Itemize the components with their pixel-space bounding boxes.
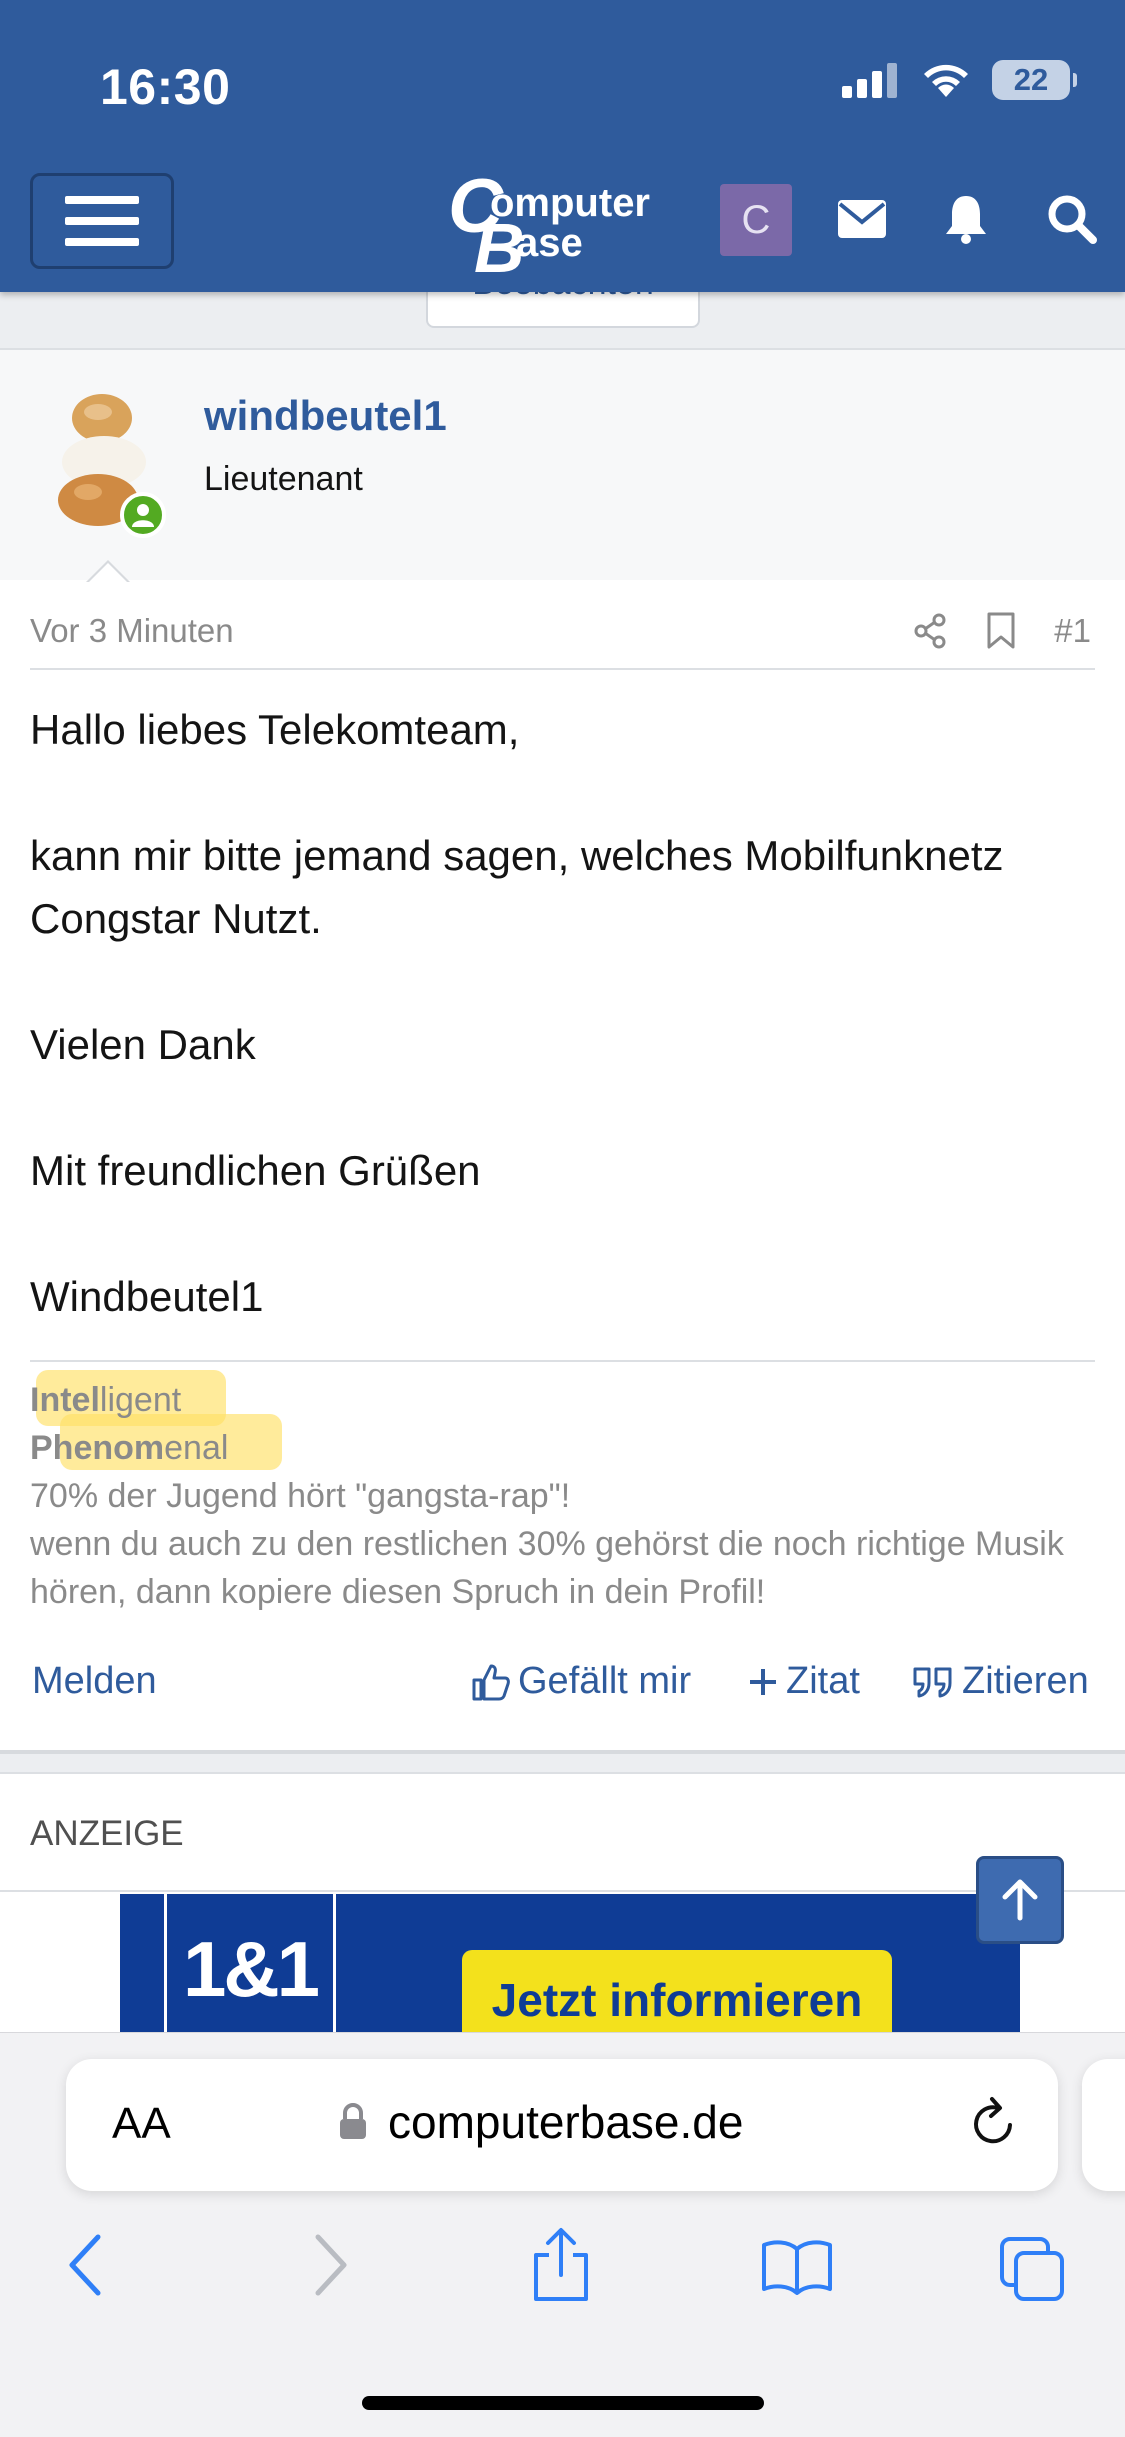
arrow-up-icon xyxy=(1002,1879,1038,1921)
signature-divider xyxy=(30,1360,1095,1362)
battery-icon: 22 xyxy=(992,60,1077,100)
bell-icon[interactable] xyxy=(944,194,988,244)
post-paragraph: Mit freundlichen Grüßen xyxy=(30,1147,481,1194)
ad-divider xyxy=(0,1890,1125,1892)
online-status-badge xyxy=(120,492,166,538)
user-online-icon xyxy=(132,504,154,527)
site-header: 16:30 22 C omputer B ase C xyxy=(0,0,1125,292)
report-label: Melden xyxy=(32,1660,157,1702)
tabs-icon[interactable] xyxy=(998,2235,1068,2303)
wifi-icon xyxy=(924,64,968,97)
ad-section: ANZEIGE 1&1 Jetzt informieren xyxy=(0,1772,1125,2044)
menu-button[interactable] xyxy=(30,173,174,269)
signature-line: Intelligent xyxy=(30,1376,1100,1424)
menu-icon-bar xyxy=(65,217,139,225)
bookmarks-icon[interactable] xyxy=(760,2237,834,2295)
thumbs-up-icon xyxy=(472,1664,510,1700)
post-number[interactable]: #1 xyxy=(1054,612,1091,650)
post-paragraph: Vielen Dank xyxy=(30,1021,256,1068)
scroll-to-top-button[interactable] xyxy=(976,1856,1064,1944)
like-label: Gefällt mir xyxy=(518,1660,692,1702)
post-paragraph: Hallo liebes Telekomteam, xyxy=(30,706,520,753)
multiquote-button[interactable]: Zitat xyxy=(748,1660,860,1703)
signature-bold: Phenom xyxy=(30,1429,165,1467)
quote-icon xyxy=(913,1667,952,1697)
signature-rest: ligent xyxy=(99,1381,182,1419)
svg-text:ase: ase xyxy=(516,221,583,265)
status-time: 16:30 xyxy=(100,59,231,115)
signature-rest: enal xyxy=(164,1429,229,1467)
share-sheet-icon[interactable] xyxy=(530,2227,592,2303)
signature-line: 70% der Jugend hört "gangsta-rap"! xyxy=(30,1477,571,1515)
status-icons: 22 xyxy=(842,60,1077,100)
url-text[interactable]: computerbase.de xyxy=(388,2095,743,2149)
plus-icon xyxy=(750,1668,776,1695)
forward-icon[interactable] xyxy=(310,2233,350,2297)
aa-label: AA xyxy=(112,2099,171,2148)
bookmark-icon[interactable] xyxy=(986,612,1016,650)
ad-cta-button[interactable]: Jetzt informieren xyxy=(462,1950,892,2044)
computerbase-logo[interactable]: C omputer B ase xyxy=(448,168,680,276)
menu-icon-bar xyxy=(65,196,139,204)
home-indicator[interactable] xyxy=(362,2396,764,2410)
report-button[interactable]: Melden xyxy=(32,1660,157,1703)
lock-icon xyxy=(340,2103,366,2139)
browser-toolbar: AA computerbase.de xyxy=(0,2032,1125,2437)
author-pointer xyxy=(86,560,130,583)
ad-banner[interactable]: 1&1 Jetzt informieren xyxy=(120,1894,1020,2044)
post-paragraph: Windbeutel1 xyxy=(30,1273,264,1320)
menu-icon-bar xyxy=(65,238,139,246)
address-bar[interactable]: AA computerbase.de xyxy=(66,2059,1058,2191)
mail-icon[interactable] xyxy=(838,200,886,238)
post-meta-actions: #1 xyxy=(912,612,1091,650)
signature: Intelligent Phenomenal 70% der Jugend hö… xyxy=(30,1370,1100,1616)
post-timestamp[interactable]: Vor 3 Minuten xyxy=(30,612,234,650)
back-icon[interactable] xyxy=(66,2233,106,2297)
reload-icon[interactable] xyxy=(968,2095,1020,2151)
like-button[interactable]: Gefällt mir xyxy=(470,1660,691,1703)
signature-line: wenn du auch zu den restlichen 30% gehör… xyxy=(30,1525,1064,1611)
author-username[interactable]: windbeutel1 xyxy=(204,392,447,440)
cellular-signal-icon xyxy=(842,63,897,98)
reader-options-button[interactable]: AA xyxy=(112,2099,171,2149)
post-content: Hallo liebes Telekomteam, kann mir bitte… xyxy=(30,698,1100,1391)
search-icon[interactable] xyxy=(1047,194,1097,244)
post: Vor 3 Minuten #1 Hallo liebes Telekomtea… xyxy=(0,580,1125,1754)
author-rank: Lieutenant xyxy=(204,460,363,498)
multiquote-label: Zitat xyxy=(786,1660,860,1702)
signature-line: Phenomenal xyxy=(30,1424,1100,1472)
post-paragraph: kann mir bitte jemand sagen, welches Mob… xyxy=(30,832,1004,942)
quote-button[interactable]: Zitieren xyxy=(912,1660,1089,1703)
quote-label: Zitieren xyxy=(962,1660,1089,1702)
post-actions: Melden Gefällt mir Zitat Zitieren xyxy=(0,1660,1125,1730)
next-tab-peek[interactable] xyxy=(1082,2059,1125,2191)
post-meta-divider xyxy=(30,668,1095,670)
ad-brand-logo: 1&1 xyxy=(182,1924,320,2013)
signature-bold: Intel xyxy=(30,1381,100,1419)
post-author-block: windbeutel1 Lieutenant xyxy=(0,348,1125,582)
ad-logo-box: 1&1 xyxy=(164,1894,336,2044)
share-icon[interactable] xyxy=(912,613,948,649)
account-avatar[interactable]: C xyxy=(720,184,792,256)
ad-label: ANZEIGE xyxy=(30,1814,184,1853)
